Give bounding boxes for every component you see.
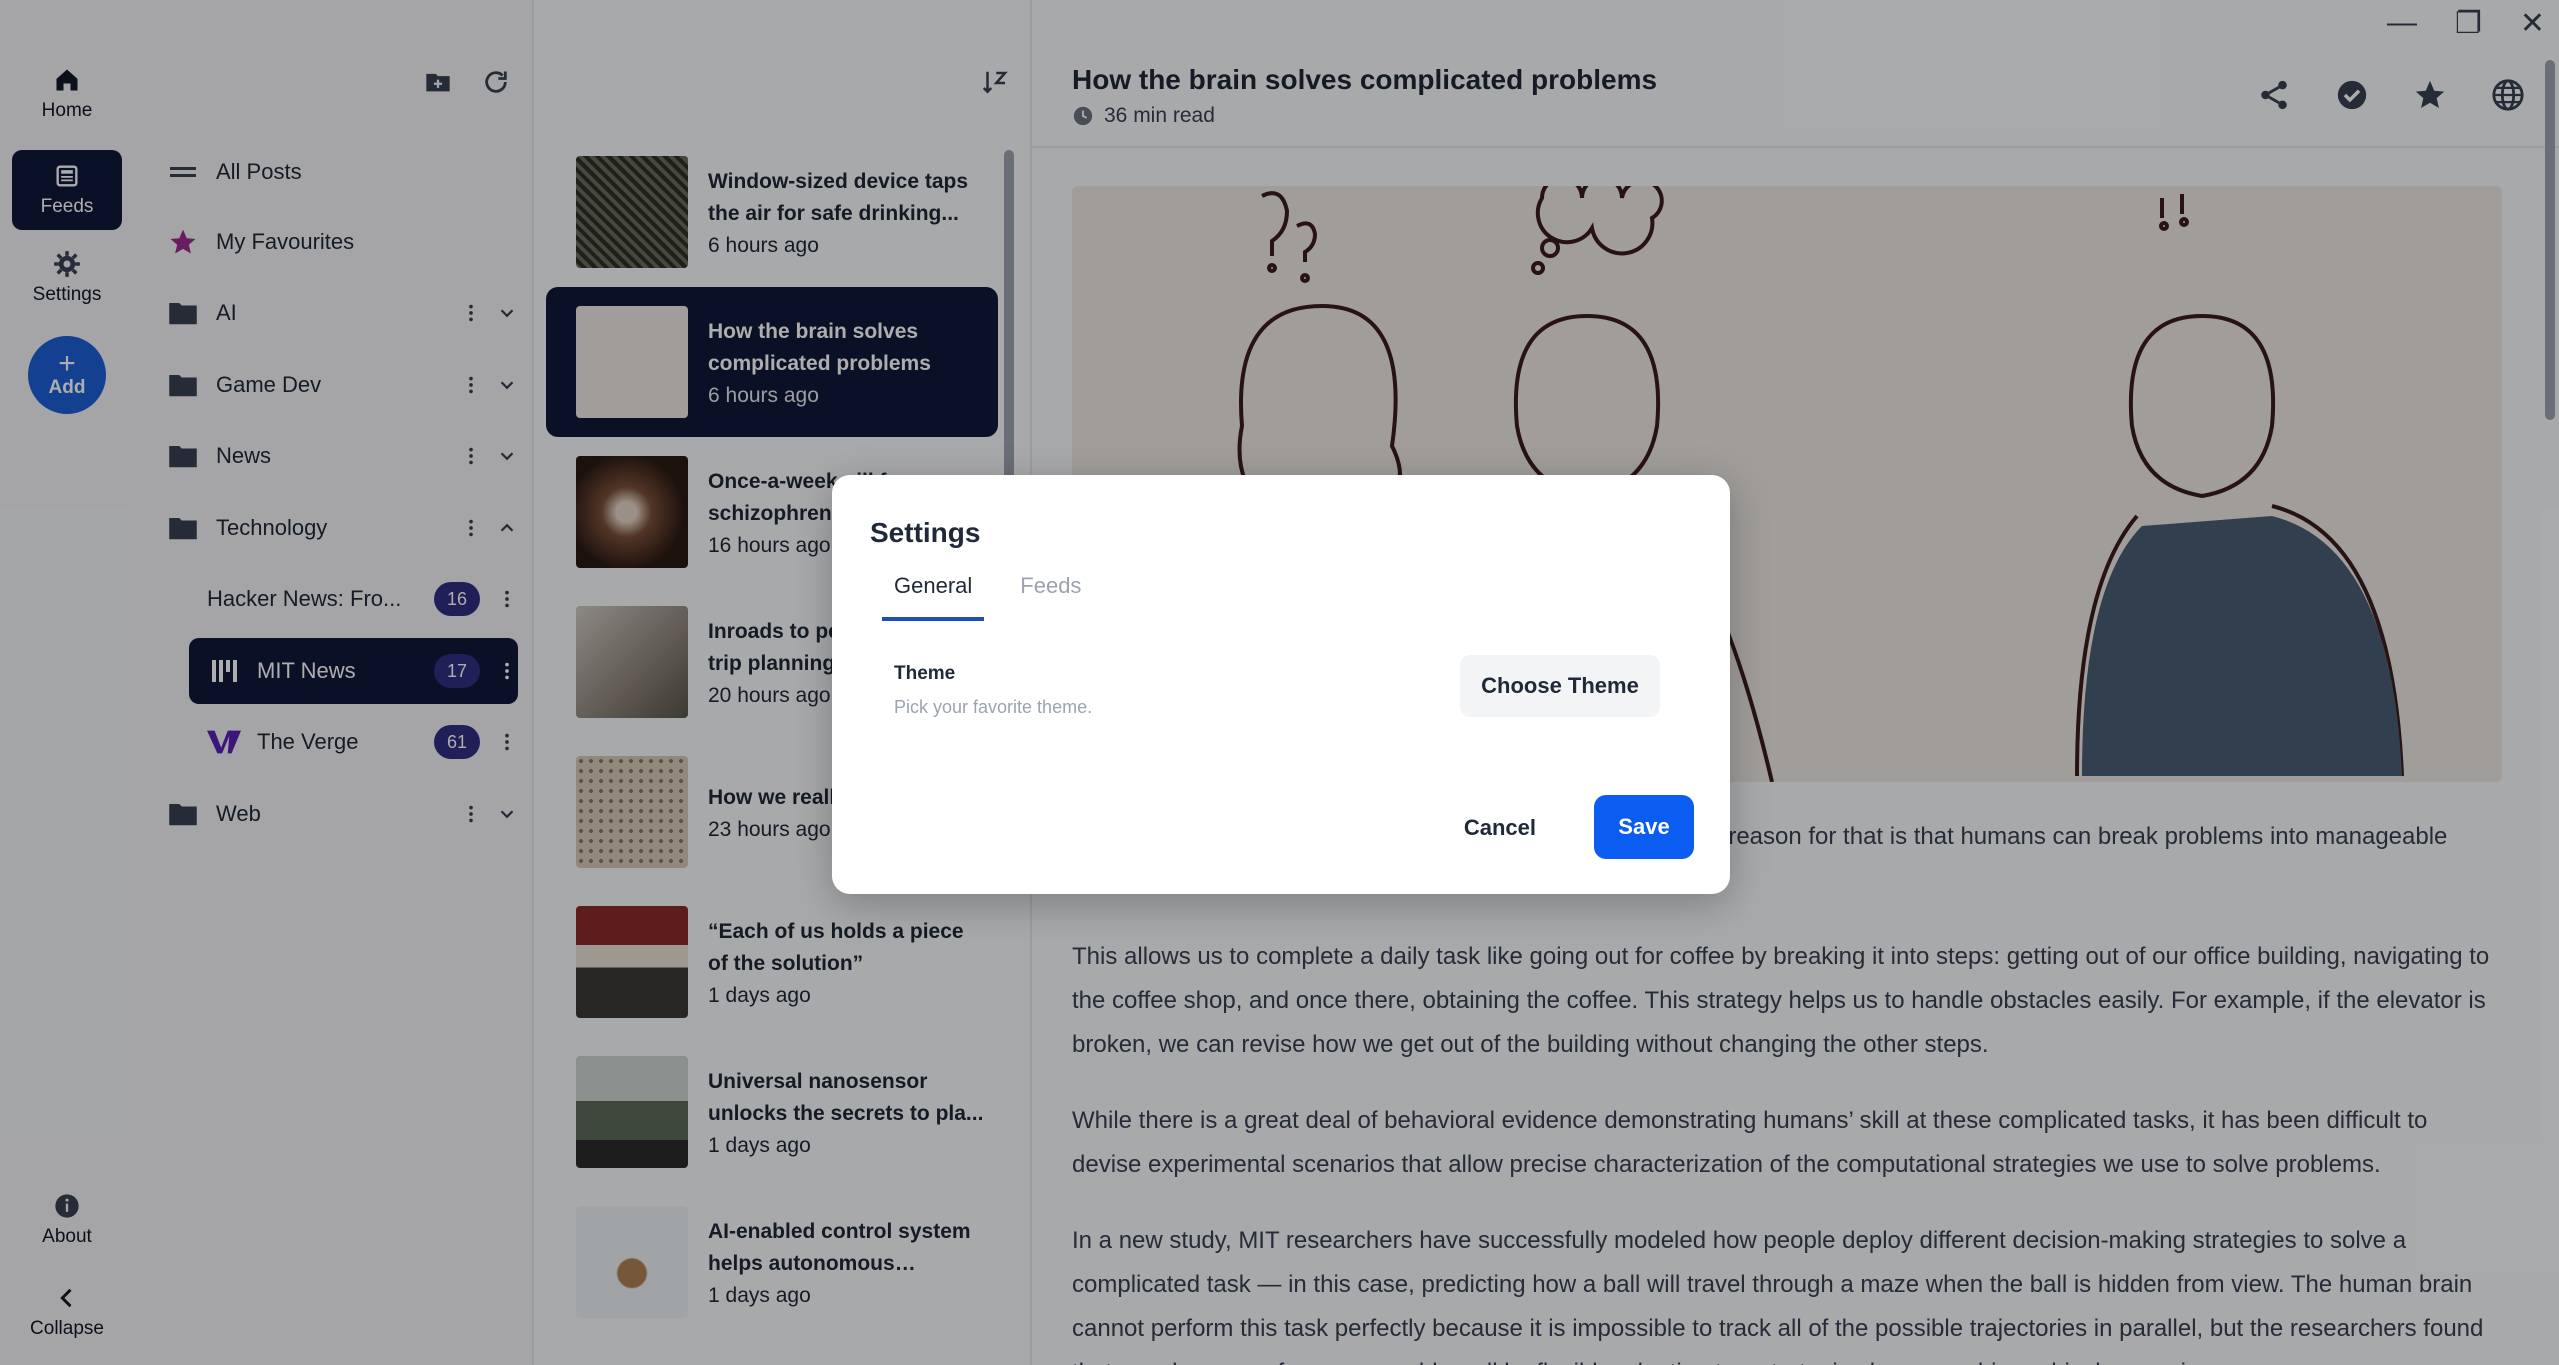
- tab-feeds[interactable]: Feeds: [1008, 573, 1093, 621]
- cancel-button[interactable]: Cancel: [1444, 797, 1556, 859]
- theme-description: Pick your favorite theme.: [894, 697, 1093, 717]
- tab-general[interactable]: General: [882, 573, 985, 621]
- theme-label: Theme: [894, 663, 956, 684]
- dialog-title: Settings: [870, 517, 981, 548]
- dialog-tabs: General Feeds: [882, 573, 1117, 621]
- choose-theme-button[interactable]: Choose Theme: [1460, 655, 1660, 717]
- settings-dialog: Settings General Feeds Theme Pick your f…: [832, 475, 1730, 894]
- save-button[interactable]: Save: [1594, 795, 1694, 859]
